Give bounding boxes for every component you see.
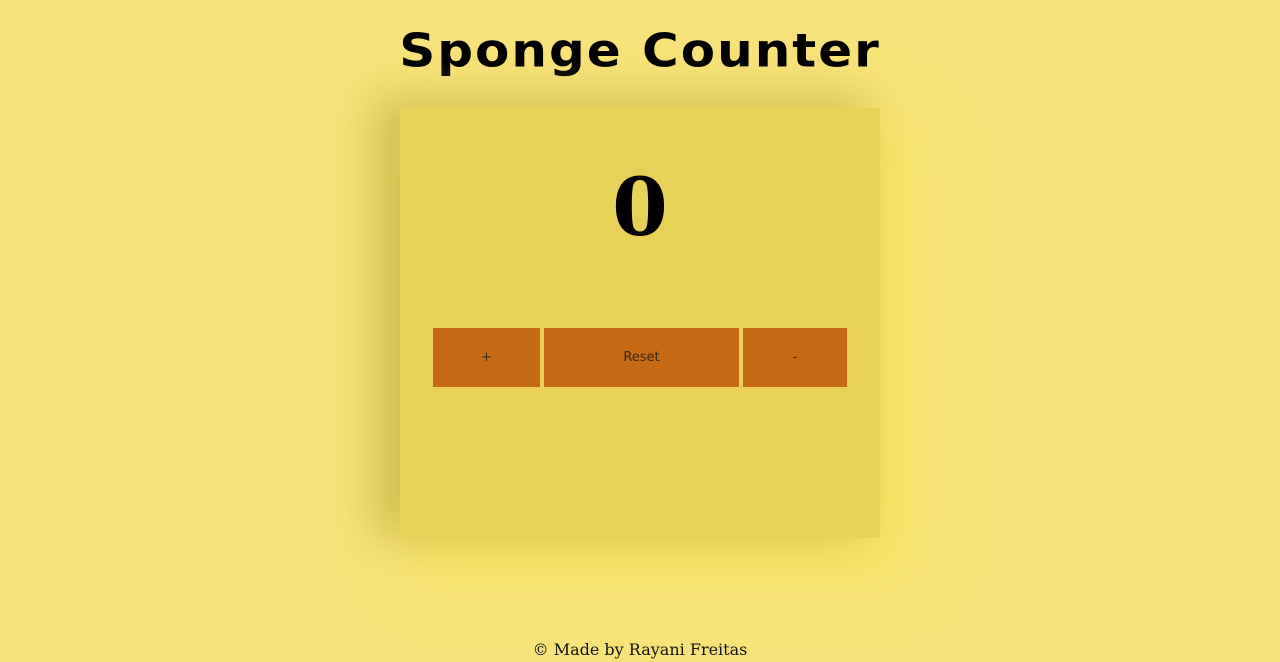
- footer-credit: © Made by Rayani Freitas: [532, 640, 748, 659]
- decrement-button[interactable]: -: [743, 328, 847, 387]
- increment-button[interactable]: +: [433, 328, 540, 387]
- page-title: Sponge Counter: [399, 24, 881, 78]
- counter-value: 0: [612, 160, 668, 254]
- reset-button[interactable]: Reset: [544, 328, 739, 387]
- counter-card: 0 + Reset -: [400, 108, 880, 538]
